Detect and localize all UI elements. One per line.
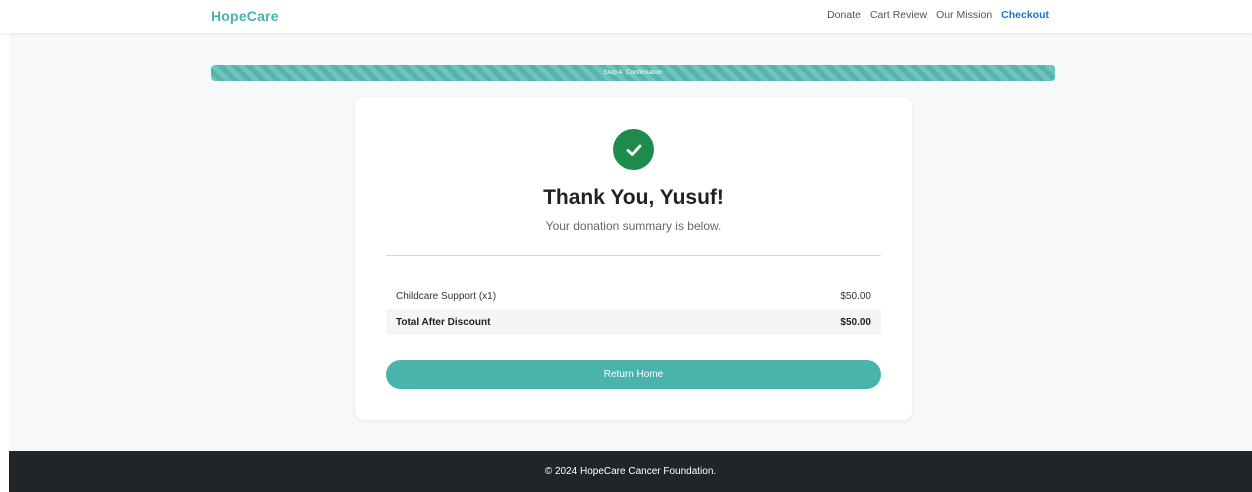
page: HopeCare Donate Cart Review Our Mission … bbox=[0, 0, 1252, 492]
check-circle-icon bbox=[613, 129, 654, 170]
summary-line-item: Childcare Support (x1) $50.00 bbox=[386, 283, 881, 309]
divider bbox=[386, 255, 881, 256]
total-amount: $50.00 bbox=[840, 316, 871, 328]
navbar: HopeCare Donate Cart Review Our Mission … bbox=[0, 0, 1252, 33]
main-content: Step 4: Confirmation Thank You, Yusuf! Y… bbox=[9, 33, 1252, 451]
progress-bar: Step 4: Confirmation bbox=[211, 65, 1055, 81]
brand-logo-link[interactable]: HopeCare bbox=[211, 8, 279, 24]
return-home-button[interactable]: Return Home bbox=[386, 360, 881, 389]
nav-link-cart-review[interactable]: Cart Review bbox=[870, 9, 927, 21]
line-item-name: Childcare Support (x1) bbox=[396, 290, 497, 302]
confirmation-card: Thank You, Yusuf! Your donation summary … bbox=[355, 97, 912, 420]
nav-links: Donate Cart Review Our Mission Checkout bbox=[827, 9, 1049, 21]
nav-link-our-mission[interactable]: Our Mission bbox=[936, 9, 992, 21]
summary-subtitle: Your donation summary is below. bbox=[545, 219, 722, 233]
checkmark-icon bbox=[626, 144, 641, 156]
progress-label: Step 4: Confirmation bbox=[603, 69, 663, 76]
summary-total-row: Total After Discount $50.00 bbox=[386, 309, 881, 335]
nav-link-checkout[interactable]: Checkout bbox=[1001, 9, 1049, 21]
nav-link-donate[interactable]: Donate bbox=[827, 9, 861, 21]
footer: © 2024 HopeCare Cancer Foundation. bbox=[9, 451, 1252, 492]
thank-you-title: Thank You, Yusuf! bbox=[543, 186, 724, 209]
footer-copyright: © 2024 HopeCare Cancer Foundation. bbox=[544, 466, 717, 477]
line-item-amount: $50.00 bbox=[840, 290, 871, 302]
total-label: Total After Discount bbox=[396, 316, 491, 328]
